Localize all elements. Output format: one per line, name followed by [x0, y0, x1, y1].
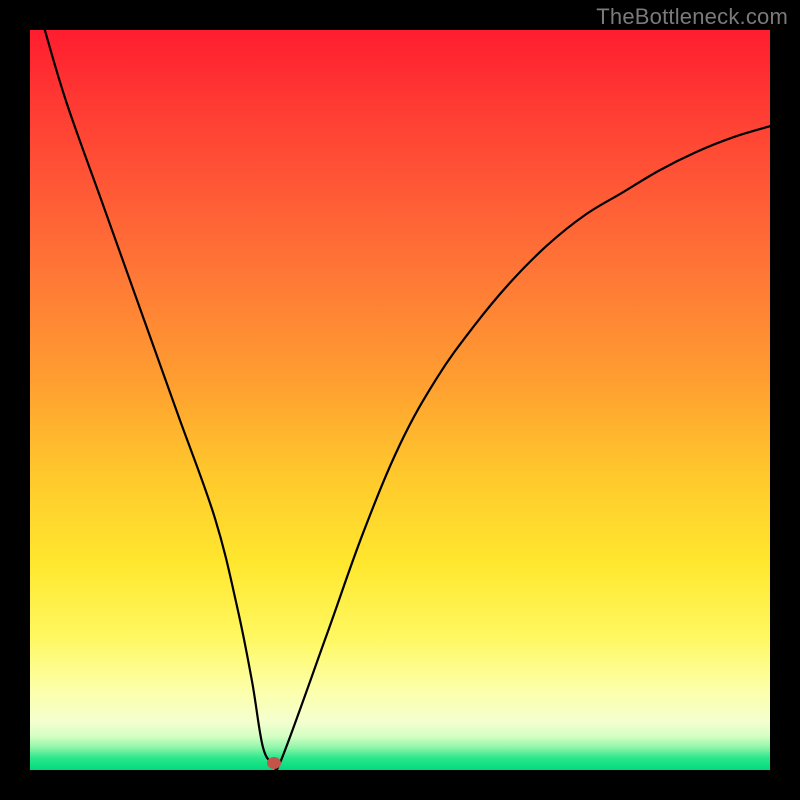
plot-area	[30, 30, 770, 770]
optimum-marker	[267, 757, 281, 769]
bottleneck-curve	[30, 30, 770, 770]
chart-frame: TheBottleneck.com	[0, 0, 800, 800]
watermark-text: TheBottleneck.com	[596, 4, 788, 30]
